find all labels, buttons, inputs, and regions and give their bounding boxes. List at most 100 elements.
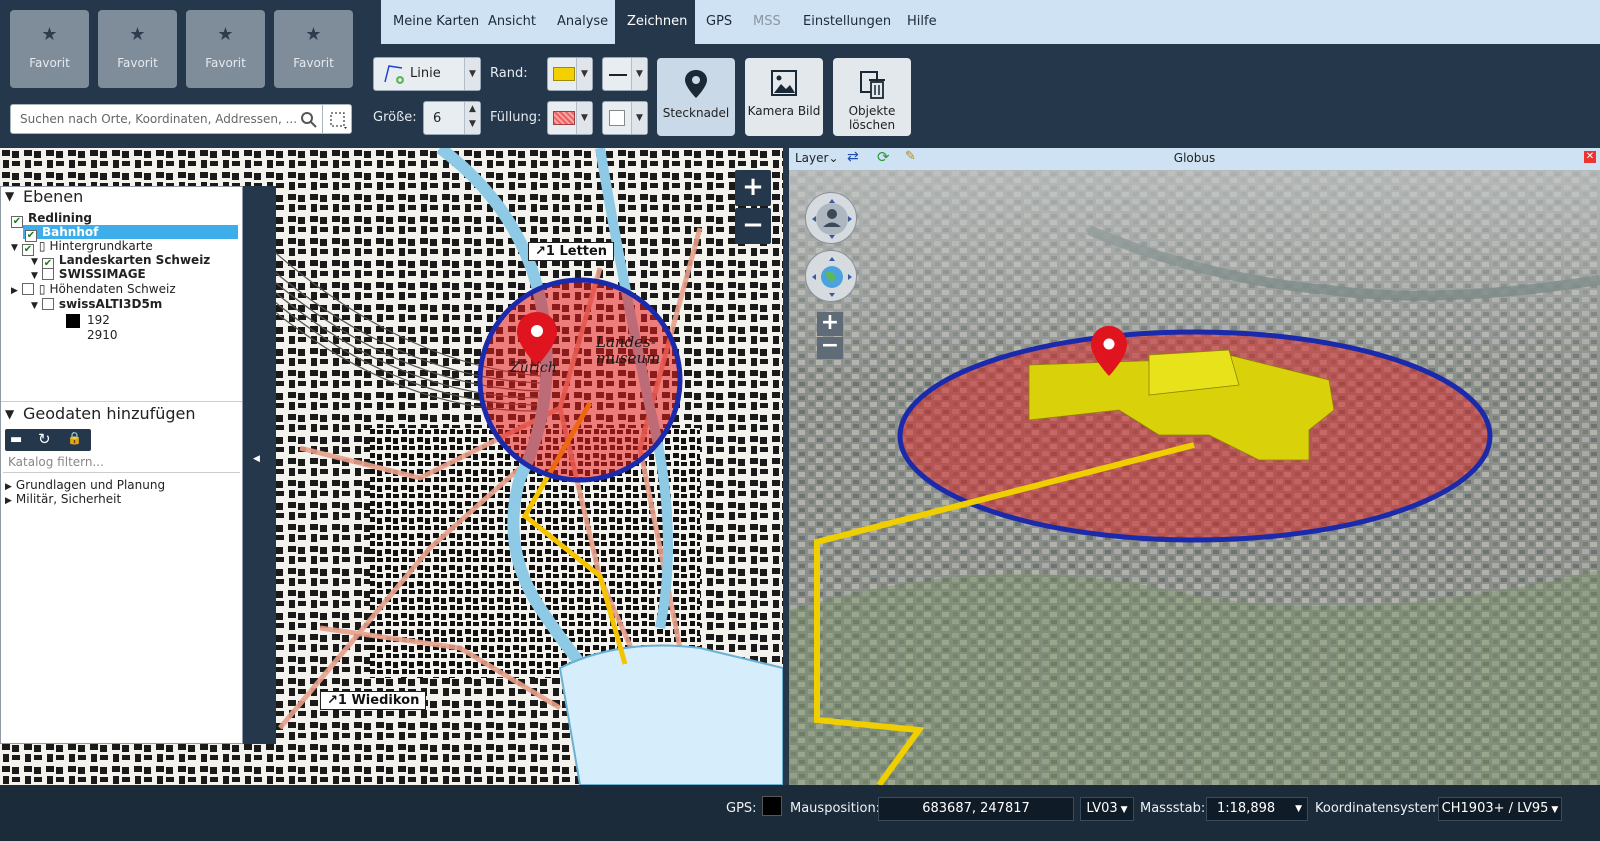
chevron-down-icon: ▼ xyxy=(464,58,480,90)
favorite-button-4[interactable]: ★ Favorit xyxy=(274,10,353,88)
person-icon xyxy=(812,199,852,239)
geodata-title: Geodaten hinzufügen xyxy=(23,404,196,423)
refresh-icon[interactable]: ↻ xyxy=(38,430,51,448)
favorite-label: Favorit xyxy=(29,56,70,70)
chevron-down-icon: ▼ xyxy=(631,58,647,90)
checkbox-checked[interactable]: ✔ xyxy=(11,216,23,228)
catalog-item-grundlagen[interactable]: ▶ Grundlagen und Planung xyxy=(5,478,165,492)
gps-label: GPS: xyxy=(726,801,757,816)
line-style-icon xyxy=(609,74,627,76)
star-icon: ★ xyxy=(217,24,234,45)
scale-label: Massstab: xyxy=(1140,801,1206,816)
globe-title: Globus xyxy=(1173,151,1216,165)
map-pin-icon xyxy=(685,70,707,98)
tab-meine-karten[interactable]: Meine Karten xyxy=(381,0,491,44)
globe-header: Layer⌄ ⇄ ⟳ ✎ Globus ✕ xyxy=(789,148,1600,170)
checkbox-unchecked[interactable] xyxy=(41,268,54,280)
place-label-landesmuseum: Landes- museum xyxy=(596,333,661,367)
fill-color-swatch xyxy=(553,111,575,125)
zoom-in-button[interactable]: + xyxy=(735,170,771,206)
line-type-value: Linie xyxy=(410,66,441,81)
place-label-wiedikon: ↗1 Wiedikon xyxy=(320,691,427,710)
layer-item-swissalti[interactable]: ▼ swissALTI3D5m xyxy=(31,297,162,311)
layer-panel: ▼ Ebenen ✔ Redlining ✔ Bahnhof ▼ ✔ ▯ Hintergr… xyxy=(0,186,243,744)
search-input[interactable]: Suchen nach Orte, Koordinaten, Addressen… xyxy=(10,104,322,134)
status-bar: GPS: Mausposition: 683687, 247817 LV03 ▼ … xyxy=(0,785,1600,841)
crs-short-select[interactable]: LV03 ▼ xyxy=(1080,797,1134,821)
tab-einstellungen[interactable]: Einstellungen xyxy=(791,0,903,44)
crs-select[interactable]: CH1903+ / LV95 ▼ xyxy=(1438,797,1562,821)
size-label: Größe: xyxy=(373,110,417,125)
expand-arrow-icon: ▼ xyxy=(31,257,38,267)
panel-collapse-strip[interactable]: ◀ xyxy=(243,186,276,744)
stepper-arrows-icon[interactable]: ▲ ▼ xyxy=(464,102,480,134)
fill-style-select[interactable]: ▼ xyxy=(602,101,648,135)
collapse-ebenen-icon[interactable]: ▼ xyxy=(5,189,14,203)
globe-3d-view[interactable]: + − xyxy=(789,170,1600,785)
globe-zoom-out-button[interactable]: − xyxy=(817,335,843,359)
favorite-label: Favorit xyxy=(117,56,158,70)
gps-indicator xyxy=(762,796,782,816)
line-type-select[interactable]: Linie ▼ xyxy=(373,57,481,91)
layer-item-hoehendaten[interactable]: ▶ ▯ Höhendaten Schweiz xyxy=(11,282,176,296)
close-icon[interactable]: ✕ xyxy=(1584,151,1596,163)
collapse-geodaten-icon[interactable]: ▼ xyxy=(5,407,14,421)
border-style-select[interactable]: ▼ xyxy=(602,57,648,91)
line-icon xyxy=(384,65,404,84)
fill-color-select[interactable]: ▼ xyxy=(547,101,593,135)
favorite-button-1[interactable]: ★ Favorit xyxy=(10,10,89,88)
select-area-icon[interactable] xyxy=(322,104,352,134)
folder-open-icon[interactable]: ▬ xyxy=(10,432,22,447)
pin-label: Stecknadel xyxy=(662,106,730,120)
look-control[interactable] xyxy=(805,192,857,244)
navigation-globe-control[interactable] xyxy=(805,250,857,302)
globe-icon xyxy=(812,257,852,297)
scale-select[interactable]: 1:18,898 ▼ xyxy=(1206,797,1308,821)
favorite-label: Favorit xyxy=(205,56,246,70)
folder-icon: ▯ xyxy=(38,282,46,296)
tab-gps[interactable]: GPS xyxy=(694,0,744,44)
tab-zeichnen[interactable]: Zeichnen xyxy=(615,0,695,44)
camera-label: Kamera Bild xyxy=(747,104,821,118)
tab-ansicht[interactable]: Ansicht xyxy=(476,0,548,44)
collapse-panel-icon[interactable]: ◀ xyxy=(253,454,260,464)
size-stepper[interactable]: 6 ▲ ▼ xyxy=(423,101,481,135)
border-color-select[interactable]: ▼ xyxy=(547,57,593,91)
star-icon: ★ xyxy=(41,24,58,45)
delete-objects-button[interactable]: Objekte löschen xyxy=(833,58,911,136)
crs-label: Koordinatensystem: xyxy=(1315,801,1445,816)
chevron-down-icon: ▼ xyxy=(631,102,647,134)
catalog-filter-input[interactable]: Katalog filtern... xyxy=(3,453,240,473)
tab-hilfe[interactable]: Hilfe xyxy=(895,0,949,44)
draw-toolbar: Linie ▼ Größe: 6 ▲ ▼ Rand: ▼ ▼ Füllung: ▼… xyxy=(373,44,1600,148)
folder-icon: ▯ xyxy=(38,239,46,253)
legend-swatch-min xyxy=(66,314,80,328)
header: ★ Favorit ★ Favorit ★ Favorit ★ Favorit … xyxy=(0,0,1600,148)
fill-label: Füllung: xyxy=(490,110,542,125)
place-label-letten: ↗1 Letten xyxy=(528,242,615,261)
size-value: 6 xyxy=(433,111,442,126)
catalog-toolbar: ▬ ↻ 🔒 xyxy=(5,429,91,451)
camera-image-button[interactable]: Kamera Bild xyxy=(745,58,823,136)
catalog-item-militaer[interactable]: ▶ Militär, Sicherheit xyxy=(5,492,121,506)
favorite-button-3[interactable]: ★ Favorit xyxy=(186,10,265,88)
delete-label: Objekte löschen xyxy=(848,104,896,132)
mouse-position-value: 683687, 247817 xyxy=(878,797,1074,821)
zoom-out-button[interactable]: − xyxy=(735,208,771,244)
favorite-button-2[interactable]: ★ Favorit xyxy=(98,10,177,88)
image-icon xyxy=(771,70,797,96)
pin-button[interactable]: Stecknadel xyxy=(657,58,735,136)
chevron-down-icon: ▼ xyxy=(576,58,592,90)
main-tabs: Meine Karten Ansicht Analyse Zeichnen GP… xyxy=(381,0,1600,44)
lock-icon[interactable]: 🔒 xyxy=(67,431,82,445)
checkbox-unchecked[interactable] xyxy=(41,298,54,310)
tab-analyse[interactable]: Analyse xyxy=(545,0,620,44)
tab-mss: MSS xyxy=(753,14,781,29)
fill-style-swatch xyxy=(609,110,625,126)
mouse-position-label: Mausposition: xyxy=(790,801,881,816)
layer-item-swissimage[interactable]: ▼ SWISSIMAGE xyxy=(31,267,146,281)
checkbox-unchecked[interactable] xyxy=(21,283,34,295)
place-label-zurich: Zürich xyxy=(510,360,557,376)
border-label: Rand: xyxy=(490,66,528,81)
search-icon[interactable] xyxy=(296,104,322,134)
